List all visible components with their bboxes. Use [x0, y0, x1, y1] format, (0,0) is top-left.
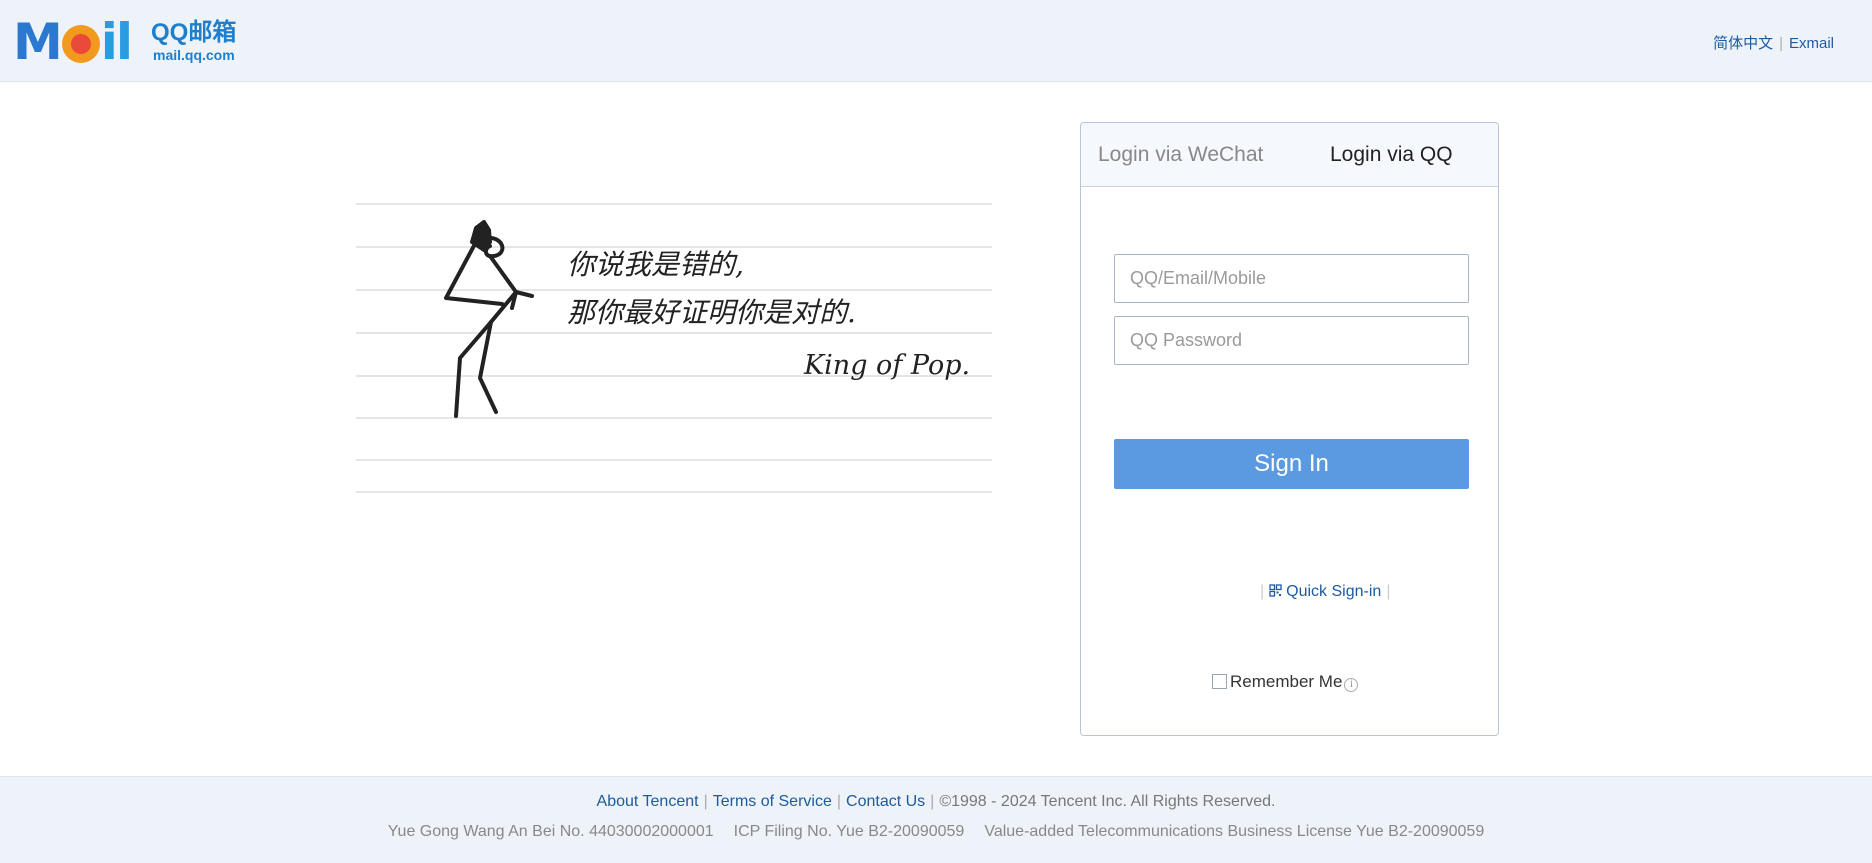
login-panel: Login via WeChat Login via QQ Sign In |Q…: [1080, 122, 1499, 736]
login-tabs: Login via WeChat Login via QQ: [1081, 123, 1498, 187]
sign-in-button[interactable]: Sign In: [1114, 439, 1469, 489]
info-icon[interactable]: i: [1344, 678, 1359, 692]
qr-code-icon: [1269, 584, 1282, 597]
quote-signature: King of Pop.: [803, 350, 970, 381]
handwritten-quote: 你说我是错的, 那你最好证明你是对的. King of Pop.: [567, 248, 970, 381]
copyright-text: ©1998 - 2024 Tencent Inc. All Rights Res…: [939, 793, 1276, 810]
remember-me-label[interactable]: Remember Me: [1230, 672, 1342, 691]
footer-links: About Tencent | Terms of Service | Contact U…: [0, 793, 1872, 811]
page-footer: About Tencent | Terms of Service | Contact U…: [0, 776, 1872, 863]
quick-signin-link[interactable]: | Quick Sign-in |: [1255, 583, 1395, 601]
mail-logo-mark: Mil: [13, 13, 133, 71]
stickman-figure: [444, 220, 534, 418]
quote-line-2: 那你最好证明你是对的.: [567, 296, 856, 329]
separator: |: [703, 793, 708, 810]
separator: |: [930, 793, 935, 810]
separator: |: [1386, 583, 1391, 600]
terms-of-service-link[interactable]: Terms of Service: [713, 793, 832, 810]
illustration-stickman-quote: 你说我是错的, 那你最好证明你是对的. King of Pop.: [356, 200, 992, 500]
icp-filing: ICP Filing No. Yue B2-20090059: [733, 823, 965, 840]
separator: |: [836, 793, 842, 810]
top-header: Mil QQ邮箱 mail.qq.com 简体中文 | Exmail: [0, 0, 1872, 82]
logo-domain: mail.qq.com: [153, 47, 235, 63]
footer-registrations: Yue Gong Wang An Bei No. 44030002000001 I…: [0, 823, 1872, 841]
remember-me: Remember Me i: [1212, 672, 1359, 692]
separator: |: [1260, 583, 1265, 600]
header-links: 简体中文 | Exmail: [1713, 32, 1834, 53]
public-security-registration: Yue Gong Wang An Bei No. 44030002000001: [387, 823, 714, 840]
tab-login-wechat[interactable]: Login via WeChat: [1098, 142, 1263, 168]
tab-login-qq[interactable]: Login via QQ: [1330, 142, 1453, 168]
exmail-link[interactable]: Exmail: [1789, 35, 1834, 52]
username-input[interactable]: [1114, 254, 1469, 303]
language-link[interactable]: 简体中文: [1713, 35, 1773, 52]
telecom-license: Value-added Telecommunications Business …: [984, 823, 1485, 840]
quote-line-1: 你说我是错的,: [567, 248, 744, 281]
quick-signin-label: Quick Sign-in: [1286, 583, 1382, 600]
separator: |: [1779, 35, 1783, 52]
contact-us-link[interactable]: Contact Us: [846, 793, 925, 810]
password-input[interactable]: [1114, 316, 1469, 365]
logo-name: QQ邮箱: [151, 19, 237, 46]
remember-me-checkbox[interactable]: [1212, 674, 1227, 689]
about-tencent-link[interactable]: About Tencent: [597, 793, 699, 810]
